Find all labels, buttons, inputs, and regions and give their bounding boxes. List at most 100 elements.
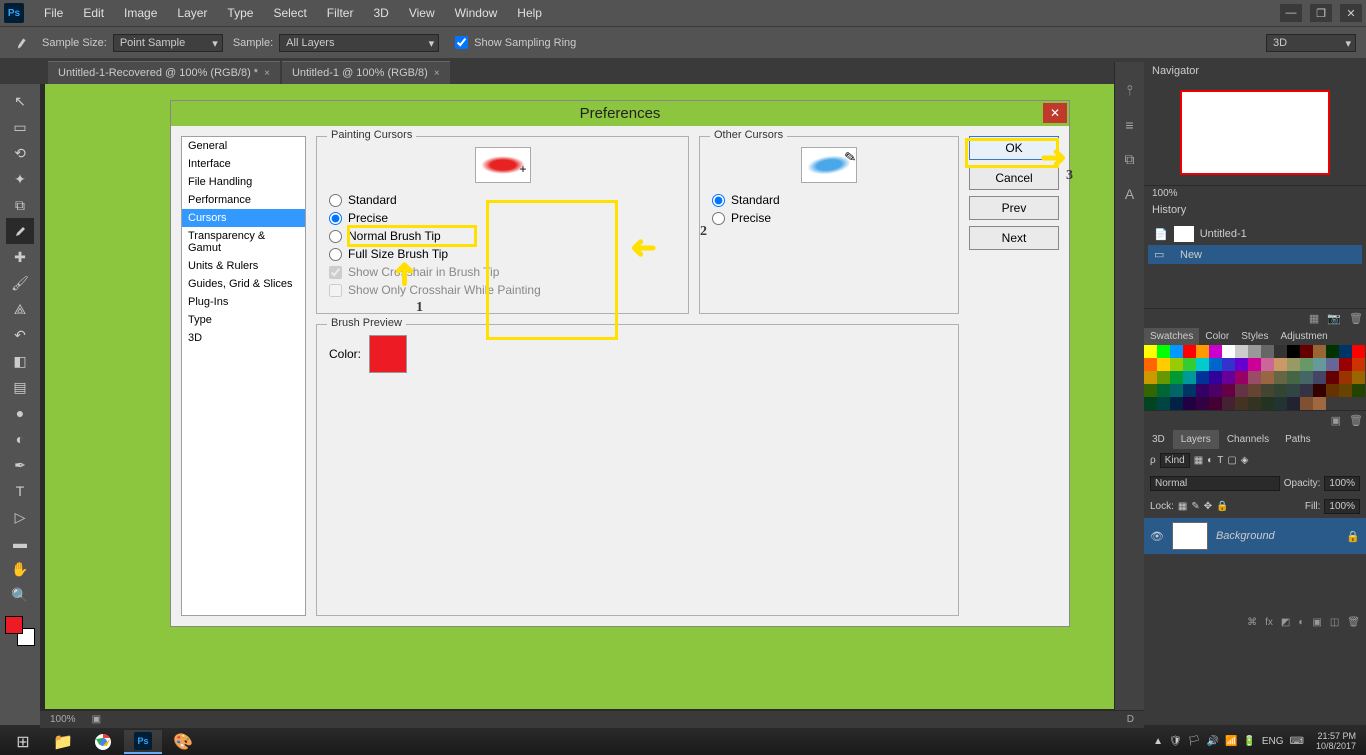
swatch[interactable] [1170,384,1183,397]
marquee-tool[interactable]: ▭ [6,114,34,140]
lasso-tool[interactable]: ⟲ [6,140,34,166]
history-panel-header[interactable]: History [1144,201,1366,219]
menu-help[interactable]: Help [507,6,552,20]
history-item[interactable]: ▭ New [1148,245,1362,264]
lock-icon[interactable]: ✥ [1204,501,1212,512]
swatch[interactable] [1196,397,1209,410]
swatch[interactable] [1313,345,1326,358]
swatch[interactable] [1170,358,1183,371]
healing-brush-tool[interactable]: ✚ [6,244,34,270]
swatch[interactable] [1313,358,1326,371]
swatch[interactable] [1339,358,1352,371]
layer-row[interactable]: 👁 Background 🔒 [1144,518,1366,554]
prefs-sidebar-plug-ins[interactable]: Plug-Ins [182,293,305,311]
swatch[interactable] [1222,345,1235,358]
move-tool[interactable]: ↖ [6,88,34,114]
menu-window[interactable]: Window [445,6,508,20]
history-btn-1[interactable]: ▦ [1309,312,1319,325]
swatch[interactable] [1287,397,1300,410]
next-button[interactable]: Next [969,226,1059,250]
swatch[interactable] [1157,345,1170,358]
swatches-tab[interactable]: Color [1199,328,1235,345]
swatch[interactable] [1196,384,1209,397]
swatch[interactable] [1144,371,1157,384]
swatch[interactable] [1326,371,1339,384]
painting-cursor-option[interactable]: Precise [329,209,676,227]
navigator-preview[interactable] [1144,80,1366,185]
swatch[interactable] [1261,371,1274,384]
menu-layer[interactable]: Layer [167,6,217,20]
mask-icon[interactable]: ◩ [1281,617,1290,628]
clone-stamp-tool[interactable]: ⟁ [6,296,34,322]
radio-input[interactable] [329,248,342,261]
document-tab[interactable]: Untitled-1 @ 100% (RGB/8)× [282,61,450,84]
menu-3d[interactable]: 3D [363,6,398,20]
swatch[interactable] [1235,345,1248,358]
layers-tab[interactable]: Layers [1173,430,1219,449]
adjustment-icon[interactable]: ◐ [1298,617,1304,628]
swatch[interactable] [1222,384,1235,397]
swatch[interactable] [1313,397,1326,410]
prefs-sidebar-guides-grid-slices[interactable]: Guides, Grid & Slices [182,275,305,293]
tray-icon[interactable]: 🔊 [1206,736,1218,747]
strip-icon-2[interactable]: ≡ [1125,117,1133,133]
start-button[interactable]: ⊞ [4,730,42,754]
swatch[interactable] [1235,358,1248,371]
swatch[interactable] [1274,345,1287,358]
prefs-sidebar-cursors[interactable]: Cursors [182,209,305,227]
lock-icon[interactable]: 🔒 [1216,501,1228,512]
swatch[interactable] [1339,345,1352,358]
trash-icon[interactable]: 🗑 [1349,312,1363,325]
lock-icon[interactable]: ✎ [1191,501,1199,512]
swatch[interactable] [1222,358,1235,371]
magic-wand-tool[interactable]: ✦ [6,166,34,192]
menu-select[interactable]: Select [263,6,316,20]
swatch[interactable] [1222,371,1235,384]
layers-kind-dropdown[interactable]: Kind [1160,453,1190,468]
menu-file[interactable]: File [34,6,73,20]
swatch[interactable] [1339,384,1352,397]
swatches-tab[interactable]: Adjustmen [1275,328,1334,345]
radio-input[interactable] [329,212,342,225]
gradient-tool[interactable]: ▤ [6,374,34,400]
swatch[interactable] [1170,371,1183,384]
navigator-panel-header[interactable]: Navigator [1144,62,1366,80]
type-tool[interactable]: T [6,478,34,504]
swatch[interactable] [1274,384,1287,397]
swatch[interactable] [1300,371,1313,384]
swatch[interactable] [1196,345,1209,358]
fill-input[interactable]: 100% [1324,499,1360,514]
eraser-tool[interactable]: ◧ [6,348,34,374]
menu-type[interactable]: Type [217,6,263,20]
prefs-sidebar-units-rulers[interactable]: Units & Rulers [182,257,305,275]
color-swatches[interactable] [5,616,35,646]
swatch[interactable] [1261,345,1274,358]
brush-preview-color-box[interactable] [369,335,407,373]
ok-button[interactable]: OK [969,136,1059,160]
swatch[interactable] [1313,371,1326,384]
swatch[interactable] [1209,371,1222,384]
swatch[interactable] [1235,384,1248,397]
swatch[interactable] [1183,397,1196,410]
swatch[interactable] [1287,384,1300,397]
swatch[interactable] [1235,371,1248,384]
swatch[interactable] [1144,384,1157,397]
tray-icon[interactable]: 🔋 [1243,736,1255,747]
swatch[interactable] [1144,397,1157,410]
painting-cursor-option[interactable]: Standard [329,191,676,209]
tray-lang[interactable]: ENG [1262,736,1284,747]
visibility-icon[interactable]: 👁 [1150,530,1164,543]
workspace-dropdown[interactable]: 3D [1266,34,1356,52]
prefs-sidebar--d[interactable]: 3D [182,329,305,347]
swatch[interactable] [1261,358,1274,371]
other-cursor-option[interactable]: Standard [712,191,946,209]
foreground-color-swatch[interactable] [5,616,23,634]
eyedropper-tool[interactable] [6,218,34,244]
swatch[interactable] [1170,397,1183,410]
swatch[interactable] [1157,371,1170,384]
filter-icon[interactable]: ▦ [1194,455,1203,466]
swatch[interactable] [1248,345,1261,358]
swatch[interactable] [1287,345,1300,358]
tray-icon[interactable]: ▲ [1153,736,1163,747]
swatch[interactable] [1326,358,1339,371]
